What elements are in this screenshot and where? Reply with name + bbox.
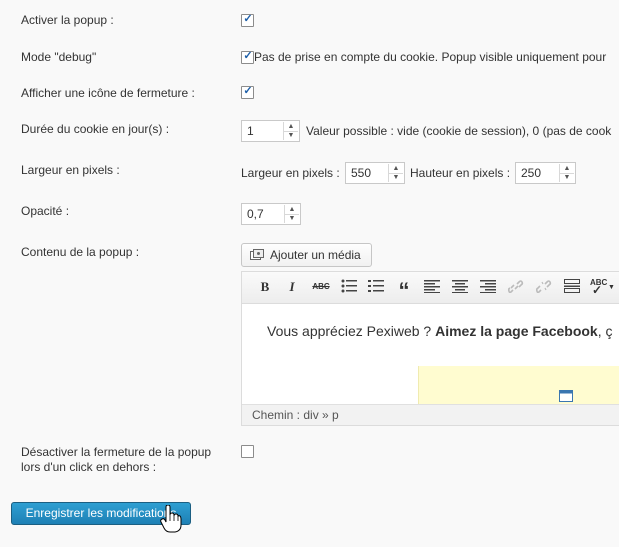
unlink-icon bbox=[535, 280, 552, 294]
spin-up-icon[interactable]: ▲ bbox=[389, 164, 403, 173]
spin-down-icon[interactable]: ▼ bbox=[285, 214, 299, 223]
label-mode-debug: Mode "debug" bbox=[21, 50, 97, 64]
bullet-list-icon bbox=[341, 279, 357, 293]
window-icon bbox=[559, 390, 573, 402]
read-more-button[interactable] bbox=[563, 279, 581, 295]
editor-path: Chemin : div » p bbox=[252, 408, 339, 422]
content-text-start: Vous appréciez Pexiweb ? bbox=[267, 323, 436, 339]
align-right-icon bbox=[480, 280, 496, 293]
check-icon: ✓ bbox=[243, 13, 253, 25]
label-icone-fermeture: Afficher une icône de fermeture : bbox=[21, 86, 195, 100]
checkbox-icone-fermeture[interactable]: ✓ bbox=[241, 85, 254, 99]
spin-down-icon[interactable]: ▼ bbox=[389, 173, 403, 182]
label-activer-popup: Activer la popup : bbox=[21, 13, 114, 27]
check-icon: ✓ bbox=[243, 50, 253, 62]
label-desactiver-fermeture-line2: lors d'un click en dehors : bbox=[21, 460, 157, 474]
blockquote-button[interactable]: “ bbox=[395, 279, 413, 303]
spin-down-icon[interactable]: ▼ bbox=[560, 173, 574, 182]
numbered-list-button[interactable] bbox=[367, 279, 385, 295]
width-input[interactable]: 550 ▲ ▼ bbox=[345, 162, 405, 184]
checkmark-icon: ✓ bbox=[592, 283, 603, 297]
insert-link-button[interactable] bbox=[507, 279, 525, 295]
height-value: 250 bbox=[521, 166, 542, 180]
editor-toolbar: B I ABC “ ABC ✓ ▼ bbox=[242, 272, 619, 304]
align-center-icon bbox=[452, 280, 468, 293]
label-duree-cookie: Durée du cookie en jour(s) : bbox=[21, 122, 170, 136]
opacite-input[interactable]: 0,7 ▲ ▼ bbox=[241, 203, 301, 225]
width-label: Largeur en pixels : bbox=[241, 166, 340, 180]
spinner-arrows[interactable]: ▲ ▼ bbox=[284, 205, 299, 223]
strikethrough-button[interactable]: ABC bbox=[310, 279, 332, 295]
dropdown-arrow-icon[interactable]: ▼ bbox=[608, 280, 615, 296]
label-desactiver-fermeture-line1: Désactiver la fermeture de la popup bbox=[21, 445, 212, 459]
opacite-value: 0,7 bbox=[247, 207, 264, 221]
checkbox-desactiver-fermeture[interactable] bbox=[241, 445, 254, 458]
duree-cookie-description: Valeur possible : vide (cookie de sessio… bbox=[306, 124, 612, 138]
height-label: Hauteur en pixels : bbox=[410, 166, 511, 180]
content-text-bold: Aimez la page Facebook bbox=[435, 323, 598, 339]
align-center-button[interactable] bbox=[451, 279, 469, 295]
spin-up-icon[interactable]: ▲ bbox=[285, 205, 299, 214]
duree-cookie-value: 1 bbox=[247, 124, 254, 138]
align-right-button[interactable] bbox=[479, 279, 497, 295]
media-icon bbox=[250, 249, 264, 260]
height-input[interactable]: 250 ▲ ▼ bbox=[515, 162, 576, 184]
label-largeur: Largeur en pixels : bbox=[21, 163, 120, 177]
spin-up-icon[interactable]: ▲ bbox=[284, 122, 298, 131]
content-paragraph: Vous appréciez Pexiweb ? Aimez la page F… bbox=[267, 323, 613, 339]
mode-debug-description: Pas de prise en compte du cookie. Popup … bbox=[254, 50, 607, 64]
editor-statusbar: Chemin : div » p bbox=[242, 404, 619, 425]
spinner-arrows[interactable]: ▲ ▼ bbox=[559, 164, 574, 182]
bullet-list-button[interactable] bbox=[340, 279, 358, 295]
unlink-button[interactable] bbox=[535, 279, 553, 295]
label-opacite: Opacité : bbox=[21, 204, 70, 218]
editor-content[interactable]: Vous appréciez Pexiweb ? Aimez la page F… bbox=[242, 304, 619, 404]
check-icon: ✓ bbox=[243, 85, 253, 97]
link-icon bbox=[507, 280, 524, 294]
numbered-list-icon bbox=[368, 280, 384, 292]
bold-button[interactable]: B bbox=[256, 279, 274, 295]
checkbox-mode-debug[interactable]: ✓ bbox=[241, 50, 254, 64]
hand-cursor-icon bbox=[160, 505, 182, 533]
spin-up-icon[interactable]: ▲ bbox=[560, 164, 574, 173]
label-contenu: Contenu de la popup : bbox=[21, 245, 140, 259]
read-more-icon bbox=[564, 279, 580, 293]
width-value: 550 bbox=[351, 166, 372, 180]
spinner-arrows[interactable]: ▲ ▼ bbox=[388, 164, 403, 182]
embedded-div-block bbox=[418, 366, 619, 404]
align-left-button[interactable] bbox=[423, 279, 441, 295]
wysiwyg-editor[interactable]: B I ABC “ ABC ✓ ▼ Vous appréciez Pexiweb… bbox=[241, 271, 619, 426]
add-media-button[interactable]: Ajouter un média bbox=[241, 243, 372, 267]
duree-cookie-input[interactable]: 1 ▲ ▼ bbox=[241, 120, 300, 142]
add-media-label: Ajouter un média bbox=[270, 248, 361, 262]
spellcheck-button[interactable]: ABC ✓ ▼ bbox=[590, 278, 616, 297]
spin-down-icon[interactable]: ▼ bbox=[284, 131, 298, 140]
content-text-end: , ç bbox=[597, 323, 613, 339]
italic-button[interactable]: I bbox=[283, 279, 301, 295]
checkbox-activer-popup[interactable]: ✓ bbox=[241, 13, 254, 27]
spinner-arrows[interactable]: ▲ ▼ bbox=[283, 122, 298, 140]
align-left-icon bbox=[424, 280, 440, 293]
